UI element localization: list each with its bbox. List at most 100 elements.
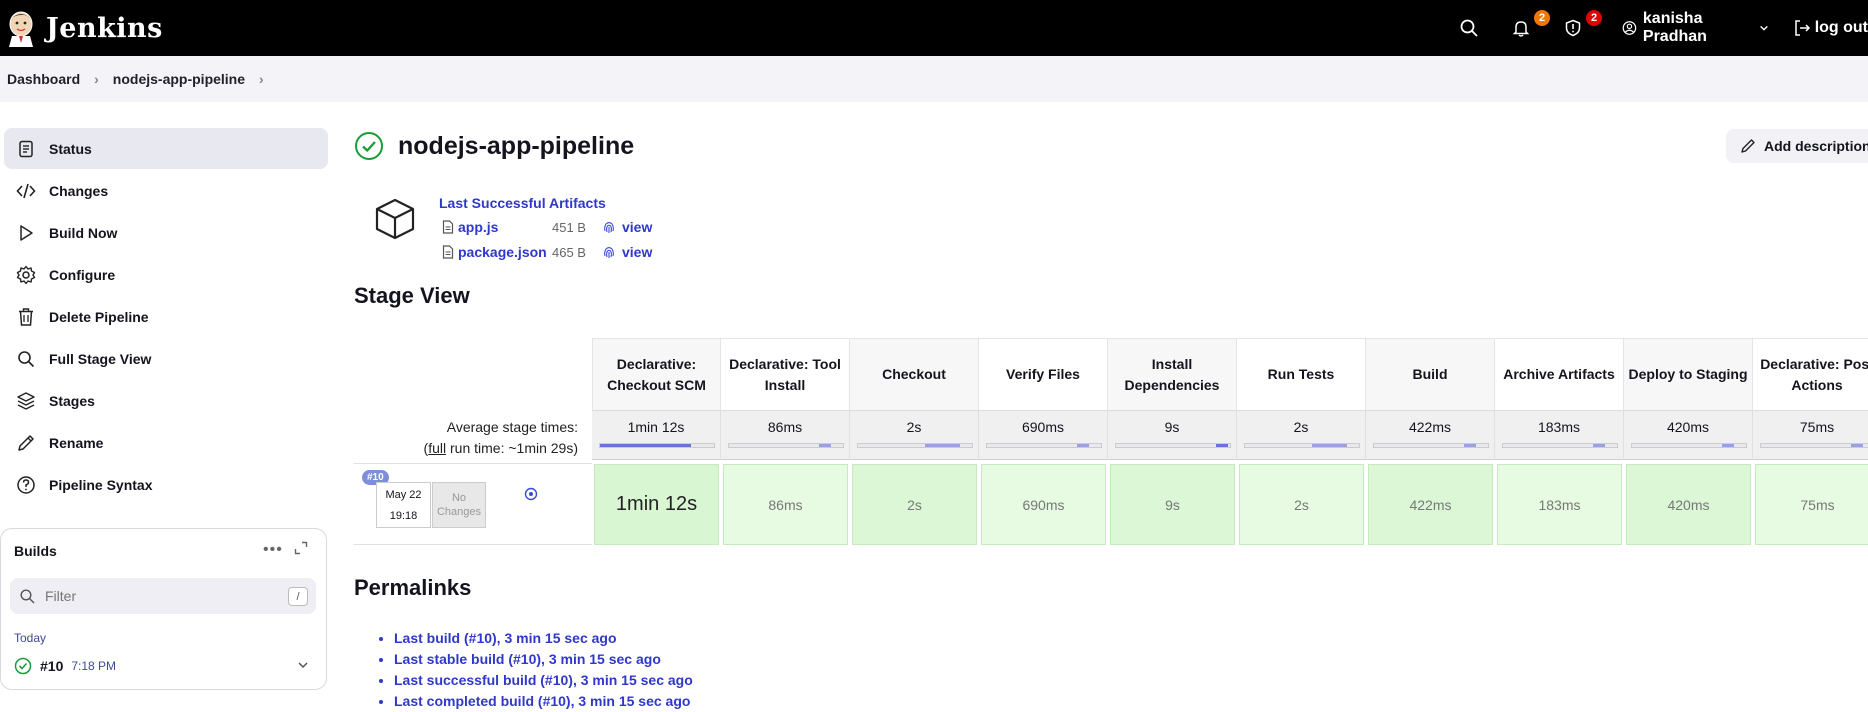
stage-average-bar [1373,443,1489,448]
page-title: nodejs-app-pipeline [398,131,635,160]
build-time: 7:18 PM [71,659,117,673]
jenkins-home-link[interactable]: Jenkins [6,9,163,47]
notifications-badge: 2 [1534,10,1550,26]
user-menu[interactable]: kanisha Pradhan [1622,10,1769,46]
stage-average-bar-fill [1851,444,1863,447]
package-icon [375,198,415,240]
stage-cell[interactable]: 75ms [1755,464,1868,545]
logout-link[interactable]: log out [1793,19,1868,37]
sidebar-item-delete-pipeline[interactable]: Delete Pipeline [4,296,328,337]
artifact-file-link[interactable]: package.json [458,244,552,260]
stage-column: Declarative: Tool Install 86ms 86ms [721,338,850,545]
stage-average-time: 86ms [721,410,850,460]
build-status-icon[interactable] [524,487,538,501]
sidebar-item-stages[interactable]: Stages [4,380,328,421]
stage-view-heading: Stage View [354,283,470,308]
stage-average-value: 1min 12s [627,419,685,435]
stage-average-time: 2s [850,410,979,460]
artifact-view-link[interactable]: view [622,244,652,260]
add-description-button[interactable]: Add description [1726,129,1868,163]
sidebar-item-full-stage-view[interactable]: Full Stage View [4,338,328,379]
stage-cell[interactable]: 422ms [1368,464,1493,545]
sidebar-item-build-now[interactable]: Build Now [4,212,328,253]
stage-header: Declarative: Tool Install [721,338,850,410]
breadcrumb-dropdown-chevron[interactable]: › [259,71,264,87]
stage-cell[interactable]: 2s [852,464,977,545]
sidebar-item-label: Stages [49,392,95,409]
stage-average-bar-fill [1593,444,1605,447]
permalink-last-completed-build[interactable]: Last completed build (#10), 3 min 15 sec… [394,693,690,709]
stage-average-bar-fill [600,444,692,447]
build-number[interactable]: #10 [40,658,63,674]
stage-column: Run Tests 2s 2s [1237,338,1366,545]
permalink-last-build[interactable]: Last build (#10), 3 min 15 sec ago [394,630,617,646]
sidebar-item-configure[interactable]: Configure [4,254,328,295]
stage-average-value: 75ms [1799,419,1835,435]
stage-average-time: 2s [1237,410,1366,460]
status-icon [15,138,37,160]
stage-cell[interactable]: 420ms [1626,464,1751,545]
sidebar-item-label: Configure [49,266,116,283]
gear-icon [15,264,37,286]
breadcrumb-pipeline[interactable]: nodejs-app-pipeline [113,71,245,87]
notifications-button[interactable]: 2 [1512,10,1550,37]
stage-cell[interactable]: 86ms [723,464,848,545]
sidebar-item-changes[interactable]: Changes [4,170,328,211]
pencil-icon [1741,139,1755,153]
stage-average-value: 690ms [1021,419,1065,435]
artifact-file-link[interactable]: app.js [458,219,552,235]
stage-average-bar [1631,443,1747,448]
pencil-icon [15,432,37,454]
stage-column: Declarative: Checkout SCM 1min 12s 1min 12… [592,338,721,545]
permalink-last-stable-build[interactable]: Last stable build (#10), 3 min 15 sec ag… [394,651,661,667]
stage-average-value: 9s [1164,419,1180,435]
artifact-size: 451 B [552,219,586,235]
sidebar-item-status[interactable]: Status [4,128,328,169]
stage-average-time: 1min 12s [592,410,721,460]
builds-filter-input[interactable] [45,588,265,604]
expand-icon[interactable] [294,541,308,560]
chevron-down-icon[interactable] [296,658,310,677]
trash-icon [15,306,37,328]
stage-average-value: 86ms [767,419,803,435]
sidebar-item-label: Status [49,140,92,157]
fingerprint-icon [604,221,614,233]
stage-average-bar [1502,443,1618,448]
artifact-view-link[interactable]: view [622,219,652,235]
fingerprint-icon [604,246,614,258]
security-badge: 2 [1586,10,1602,26]
logout-icon [1794,20,1810,36]
search-button[interactable] [1460,19,1478,37]
search-icon [20,588,35,603]
stage-cell[interactable]: 1min 12s [594,464,719,545]
page-header: nodejs-app-pipeline [354,128,634,164]
list-item: Last successful build (#10), 3 min 15 se… [394,672,693,693]
search-icon [15,348,37,370]
breadcrumb-dashboard[interactable]: Dashboard [7,71,80,87]
build-row[interactable]: #10 7:18 PM [14,655,310,677]
stage-cell[interactable]: 9s [1110,464,1235,545]
stage-cell[interactable]: 183ms [1497,464,1622,545]
average-label-line1: Average stage times: [446,419,578,435]
stage-header: Build [1366,338,1495,410]
permalinks-list: Last build (#10), 3 min 15 sec ago Last … [394,630,693,712]
stage-average-bar-fill [1722,444,1734,447]
last-successful-artifacts-link[interactable]: Last Successful Artifacts [439,195,606,211]
stage-cell[interactable]: 2s [1239,464,1364,545]
build-run-row: #10 May 22 19:18 No Changes [354,463,592,545]
stage-cell[interactable]: 690ms [981,464,1106,545]
security-button[interactable]: 2 [1564,10,1602,37]
permalinks-heading: Permalinks [354,575,472,600]
bell-icon [1512,21,1530,37]
sidebar-item-rename[interactable]: Rename [4,422,328,463]
jenkins-logo-icon [9,11,33,47]
stage-header: Declarative: Post Actions [1753,338,1868,410]
full-run-time-link[interactable]: full [428,440,446,456]
success-check-icon [355,132,383,160]
logout-label: log out [1814,19,1868,36]
sidebar-item-pipeline-syntax[interactable]: Pipeline Syntax [4,464,328,505]
stage-average-time: 420ms [1624,410,1753,460]
file-icon [442,245,454,259]
permalink-last-successful-build[interactable]: Last successful build (#10), 3 min 15 se… [394,672,693,688]
more-options-icon[interactable]: ••• [263,541,283,559]
